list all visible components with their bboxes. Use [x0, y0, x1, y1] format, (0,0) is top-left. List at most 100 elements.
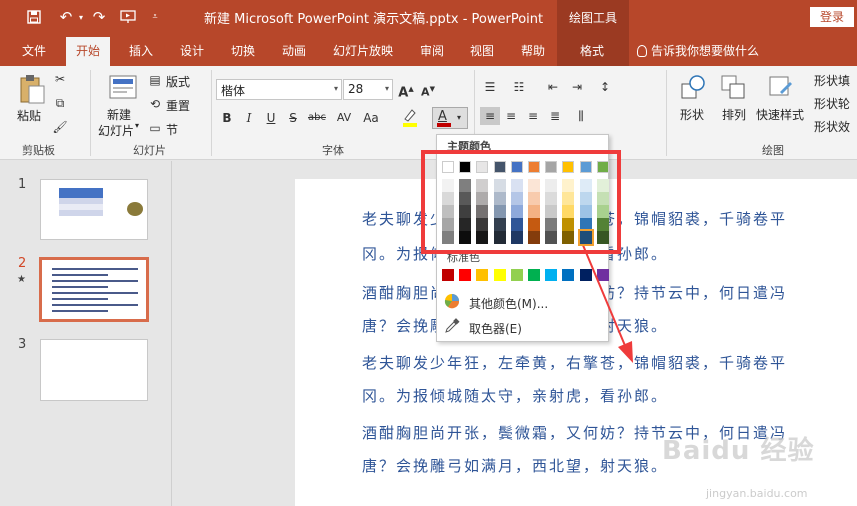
- bullets-icon[interactable]: ☰: [482, 78, 498, 96]
- bold-icon[interactable]: B: [219, 109, 235, 127]
- customize-qat-icon[interactable]: ⩡: [149, 6, 161, 28]
- tab-help[interactable]: 帮助: [521, 42, 545, 59]
- shape-fill-button[interactable]: 形状填: [814, 72, 850, 89]
- standard-color-swatch[interactable]: [510, 269, 523, 281]
- chevron-down-icon[interactable]: ▾: [334, 84, 338, 93]
- thumb-text-line: [52, 268, 138, 270]
- standard-color-swatch[interactable]: [493, 269, 506, 281]
- standard-color-swatch[interactable]: [476, 269, 489, 281]
- text-line[interactable]: 冈。为报倾城随太守，亲射虎，看孙郎。: [362, 385, 668, 406]
- paste-icon[interactable]: [18, 74, 46, 107]
- decrease-indent-icon[interactable]: ⇤: [545, 78, 561, 96]
- font-name-combo[interactable]: 楷体 ▾: [216, 79, 342, 100]
- slide-thumbnail-2[interactable]: [39, 257, 149, 322]
- shapes-icon[interactable]: [680, 74, 706, 103]
- section-button[interactable]: 节: [166, 121, 178, 138]
- increase-indent-icon[interactable]: ⇥: [569, 78, 585, 96]
- tab-file[interactable]: 文件: [22, 42, 46, 59]
- change-case-icon[interactable]: Aa: [360, 109, 382, 127]
- chevron-down-icon: ▾: [457, 113, 462, 122]
- shrink-font-icon[interactable]: A▼: [418, 80, 438, 99]
- copy-icon[interactable]: ⧉: [52, 94, 68, 112]
- thumb-text-line: [52, 286, 108, 288]
- columns-icon[interactable]: ⫼: [573, 107, 589, 125]
- present-icon[interactable]: [117, 6, 139, 28]
- thumb-table-header: [59, 188, 103, 198]
- reset-button[interactable]: 重置: [166, 97, 190, 114]
- tab-insert[interactable]: 插入: [129, 42, 153, 59]
- numbering-icon[interactable]: ☷: [511, 78, 527, 96]
- tab-format[interactable]: 格式: [580, 42, 604, 59]
- title-bar: ↶ ▾ ↷ ⩡ 新建 Microsoft PowerPoint 演示文稿.ppt…: [0, 0, 857, 34]
- new-slide-icon[interactable]: [108, 74, 138, 103]
- shapes-button[interactable]: 形状: [680, 106, 704, 123]
- tab-design[interactable]: 设计: [180, 42, 204, 59]
- save-icon[interactable]: [24, 6, 44, 28]
- justify-icon[interactable]: ≣: [547, 107, 563, 125]
- undo-dropdown-icon[interactable]: ▾: [76, 6, 86, 28]
- chevron-down-icon[interactable]: ▾: [385, 84, 389, 93]
- font-color-button[interactable]: A ▾: [432, 107, 468, 129]
- undo-icon[interactable]: ↶: [56, 6, 76, 28]
- chevron-down-icon[interactable]: ▾: [135, 121, 139, 130]
- standard-color-swatch[interactable]: [459, 269, 472, 281]
- shadow-icon[interactable]: S: [285, 109, 301, 127]
- standard-color-swatch[interactable]: [442, 269, 454, 281]
- line-spacing-icon[interactable]: ↕: [597, 78, 613, 96]
- slide-number: 1: [18, 177, 27, 192]
- new-slide-label[interactable]: 新建: [107, 106, 131, 123]
- quick-styles-button[interactable]: 快速样式: [756, 106, 804, 123]
- tab-view[interactable]: 视图: [470, 42, 494, 59]
- cut-icon[interactable]: ✂: [52, 70, 68, 88]
- group-clipboard: 剪贴板: [22, 144, 55, 157]
- theme-shade-swatch[interactable]: [577, 229, 594, 246]
- thumb-image: [127, 202, 143, 216]
- layout-icon[interactable]: ▤: [147, 71, 163, 89]
- new-slide-label2[interactable]: 幻灯片: [98, 122, 134, 139]
- eyedropper-item[interactable]: 取色器(E): [469, 320, 522, 337]
- layout-button[interactable]: 版式: [166, 73, 190, 90]
- tab-home[interactable]: 开始: [66, 37, 111, 66]
- redo-icon[interactable]: ↷: [90, 6, 108, 28]
- slide-number: 3: [18, 337, 27, 352]
- tab-animations[interactable]: 动画: [282, 42, 306, 59]
- more-colors-item[interactable]: 其他颜色(M)...: [469, 295, 548, 312]
- paste-label[interactable]: 粘贴: [17, 107, 41, 124]
- format-painter-icon[interactable]: 🖌: [52, 118, 68, 136]
- reset-icon[interactable]: ⟲: [147, 95, 163, 113]
- watermark-url: jingyan.baidu.com: [706, 487, 808, 500]
- text-line[interactable]: 唐？会挽雕弓如满月，西北望，射天狼。: [362, 455, 668, 476]
- standard-color-swatch[interactable]: [545, 269, 558, 281]
- grow-font-icon[interactable]: A▲: [396, 80, 416, 100]
- font-size-combo[interactable]: 28 ▾: [343, 79, 393, 100]
- slide-thumbnail-3[interactable]: [40, 339, 148, 401]
- align-center-icon[interactable]: ≡: [503, 107, 519, 125]
- annotation-arrow-icon: [579, 237, 633, 363]
- tab-slideshow[interactable]: 幻灯片放映: [333, 42, 393, 59]
- arrange-icon[interactable]: [720, 74, 746, 103]
- underline-icon[interactable]: U: [263, 109, 279, 127]
- italic-icon[interactable]: I: [241, 109, 257, 127]
- animation-star-icon: ★: [17, 274, 26, 285]
- shape-outline-button[interactable]: 形状轮: [814, 95, 850, 112]
- slide-thumbnail-1[interactable]: [40, 179, 148, 240]
- char-spacing-icon[interactable]: AV: [333, 109, 355, 127]
- tab-review[interactable]: 审阅: [420, 42, 444, 59]
- ribbon-home: 粘贴 ✂ ⧉ 🖌 剪贴板 新建 幻灯片 ▾ ▤ 版式 ⟲ 重置 ▭ 节 幻灯片 …: [0, 66, 857, 160]
- thumb-table-row: [59, 210, 103, 216]
- slide-thumbnails-panel[interactable]: 1 2 ★ 3: [0, 161, 172, 506]
- strikethrough-icon[interactable]: abc: [306, 109, 328, 127]
- quick-styles-icon[interactable]: [768, 74, 794, 103]
- section-icon[interactable]: ▭: [147, 119, 163, 137]
- tell-me-search[interactable]: 告诉我你想要做什么: [637, 42, 759, 59]
- highlight-icon[interactable]: [398, 107, 422, 127]
- login-button[interactable]: 登录: [810, 7, 854, 27]
- slide-number: 2: [18, 256, 27, 271]
- watermark: Baidu 经验: [662, 436, 815, 466]
- align-left-icon[interactable]: ≡: [480, 107, 500, 125]
- arrange-button[interactable]: 排列: [722, 106, 746, 123]
- standard-color-swatch[interactable]: [528, 269, 540, 281]
- shape-effects-button[interactable]: 形状效: [814, 118, 850, 135]
- tab-transitions[interactable]: 切换: [231, 42, 255, 59]
- align-right-icon[interactable]: ≡: [525, 107, 541, 125]
